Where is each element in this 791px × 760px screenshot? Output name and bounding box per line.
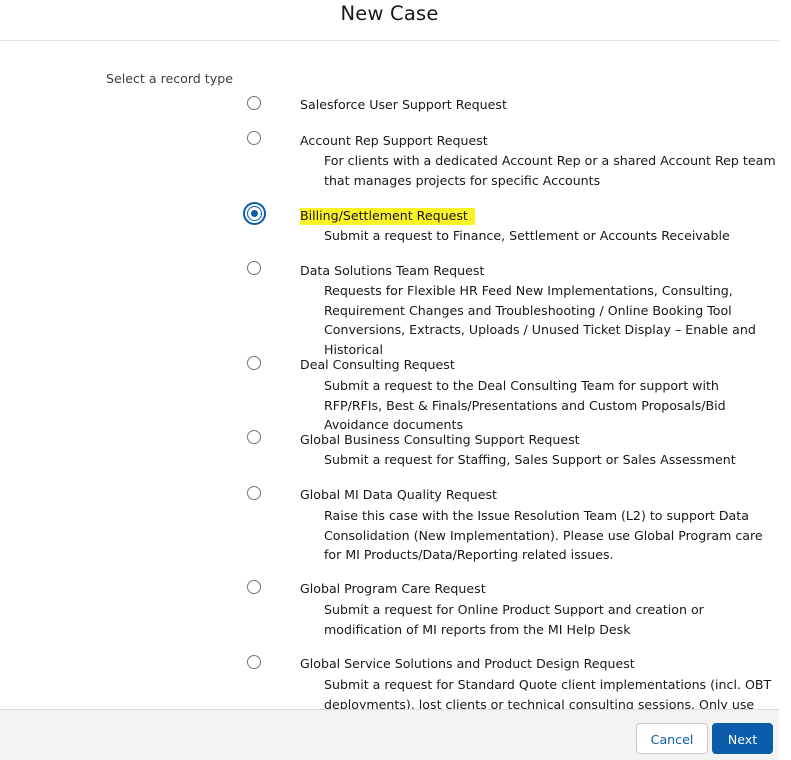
modal-footer: Cancel Next [0,709,779,760]
option-label[interactable]: Global MI Data Quality Request [300,487,497,502]
option-label[interactable]: Billing/Settlement Request [300,208,475,225]
option-description: Submit a request for Online Product Supp… [324,602,704,637]
next-button[interactable]: Next [712,723,773,754]
cancel-button[interactable]: Cancel [636,723,708,754]
modal-title: New Case [340,2,439,25]
modal-header: New Case [0,0,779,41]
option-description: Submit a request for Staffing, Sales Sup… [324,452,736,467]
option-label[interactable]: Global Service Solutions and Product Des… [300,656,635,671]
radio-button[interactable] [247,96,261,110]
option-description: Submit a request to the Deal Consulting … [324,378,726,433]
page-scroll-area [779,0,791,759]
option-description: Submit a request to Finance, Settlement … [324,228,730,243]
modal-body[interactable]: Select a record type Salesforce User Sup… [0,41,779,709]
option-description: For clients with a dedicated Account Rep… [324,153,776,188]
option-label[interactable]: Deal Consulting Request [300,357,455,372]
option-description: Submit a request for Standard Quote clie… [324,677,772,709]
radio-button[interactable] [247,131,261,145]
option-description: Raise this case with the Issue Resolutio… [324,508,763,563]
option-label[interactable]: Salesforce User Support Request [300,97,507,112]
radio-button[interactable] [247,655,261,669]
record-type-label: Select a record type [106,71,233,86]
radio-button[interactable] [247,430,261,444]
radio-button[interactable] [247,486,261,500]
radio-button[interactable] [247,261,261,275]
option-description: Requests for Flexible HR Feed New Implem… [324,283,756,357]
radio-button[interactable] [247,356,261,370]
option-label[interactable]: Account Rep Support Request [300,133,488,148]
option-label[interactable]: Data Solutions Team Request [300,263,484,278]
radio-button[interactable] [247,580,261,594]
option-label[interactable]: Global Business Consulting Support Reque… [300,432,580,447]
radio-button-selected[interactable] [243,202,266,225]
option-label[interactable]: Global Program Care Request [300,581,486,596]
new-case-modal: New Case Select a record type Salesforce… [0,0,779,760]
